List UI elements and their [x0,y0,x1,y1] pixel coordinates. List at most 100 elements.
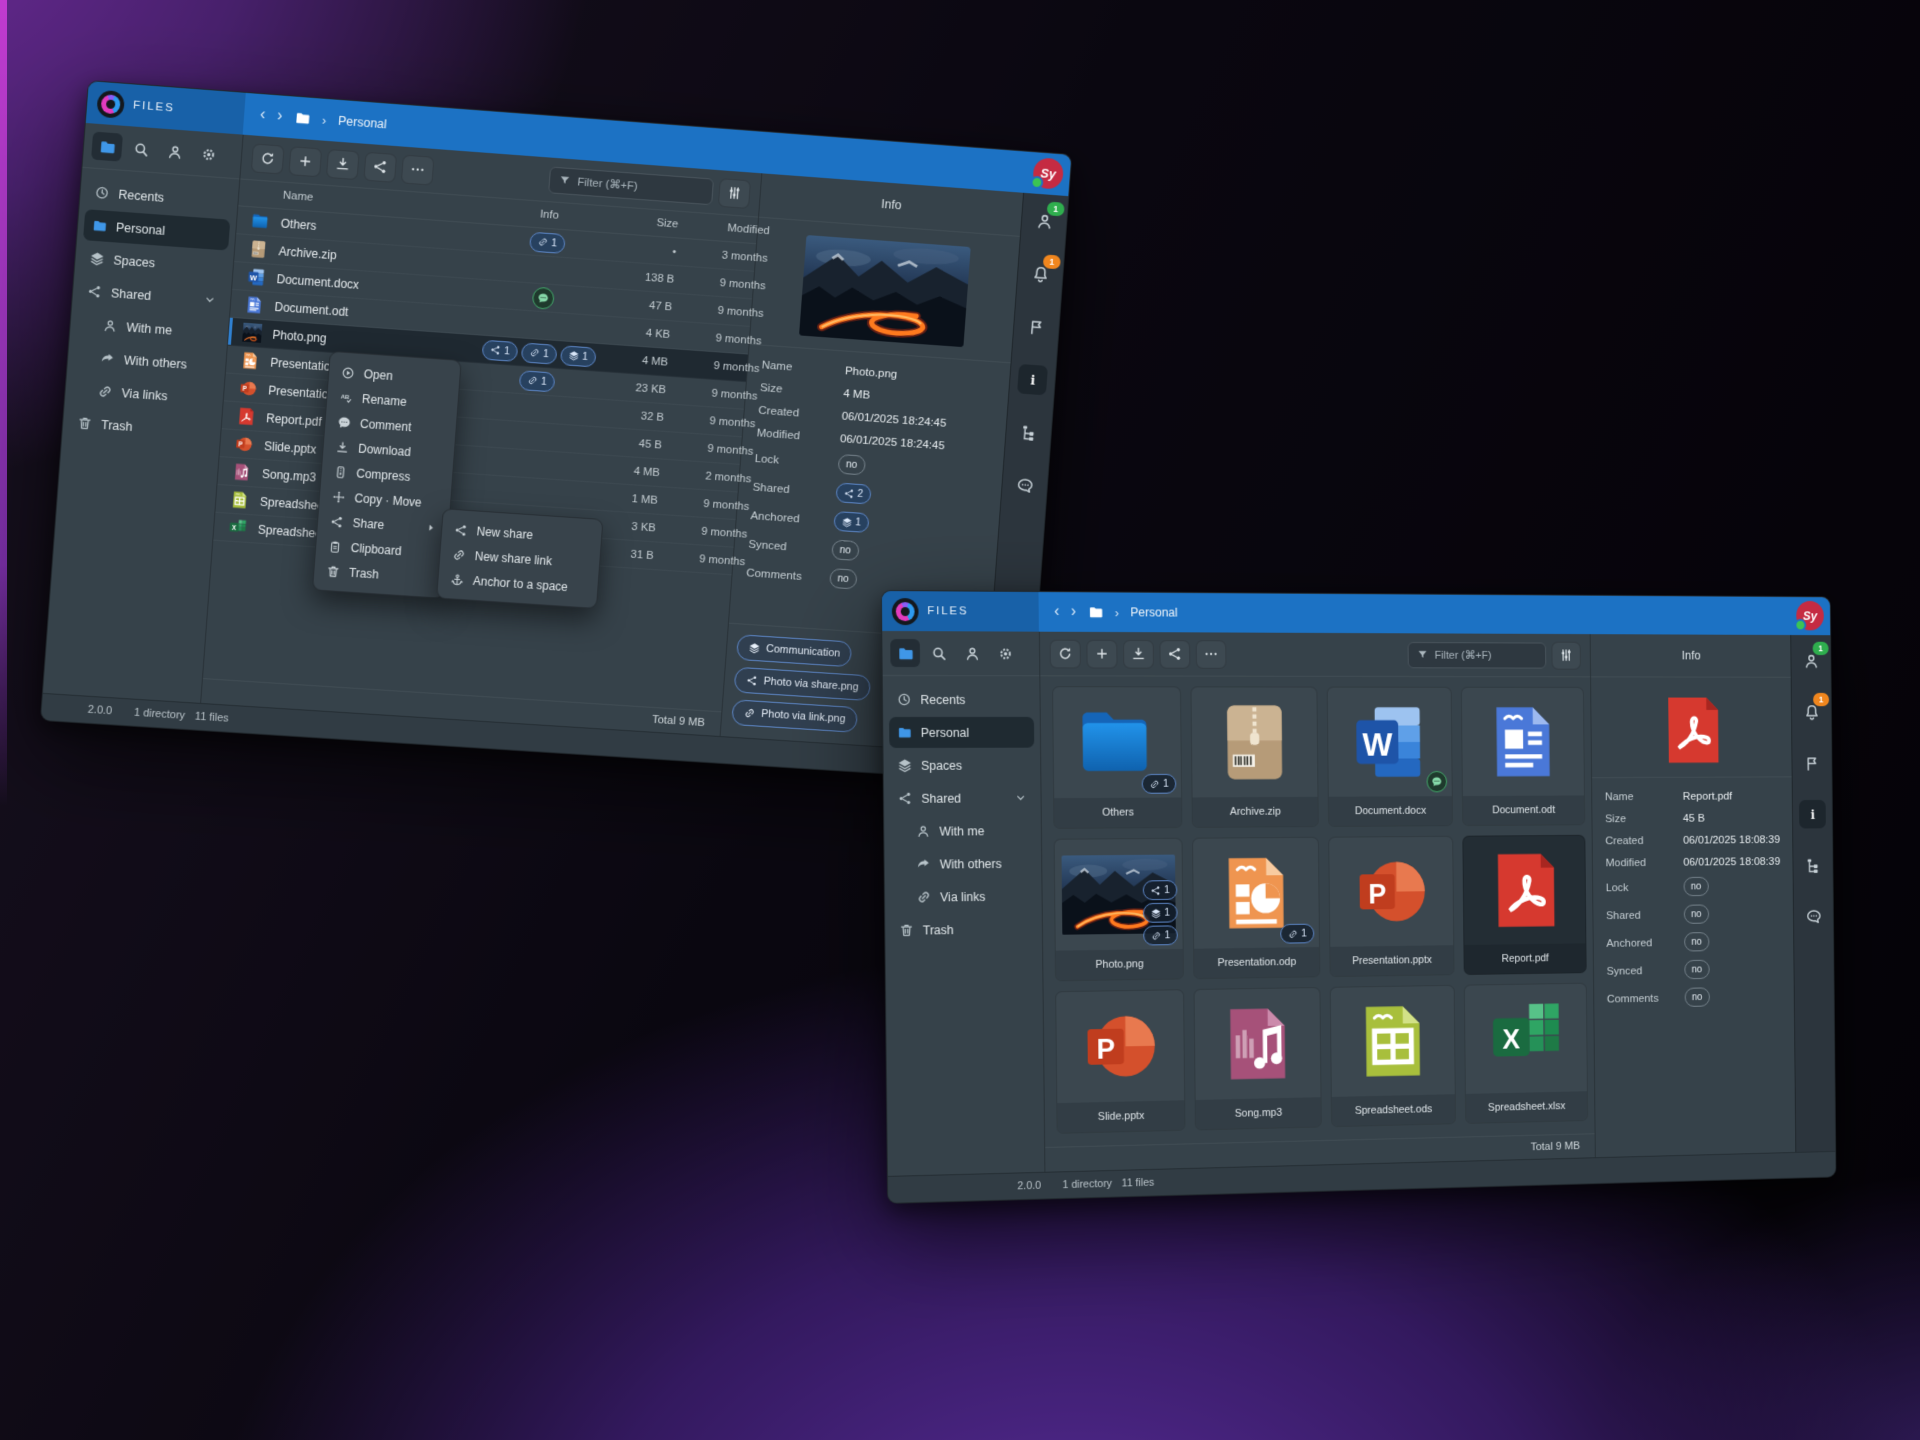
sidebar-item-with-me[interactable]: With me [908,815,1035,847]
settings-button[interactable] [192,139,224,169]
plus-icon [297,153,314,170]
versions-button[interactable] [1800,851,1827,880]
grid-tile[interactable]: 1Presentation.odp [1192,837,1320,979]
info-tab-button[interactable] [1799,800,1826,829]
chat-icon [1805,907,1822,925]
grid-tile[interactable]: Document.docx [1327,687,1453,827]
sidebar-item-personal[interactable]: Personal [889,717,1034,748]
space-chip-communication[interactable]: Communication [736,634,853,667]
breadcrumb[interactable]: Personal [1130,605,1177,619]
layers-icon [568,350,580,362]
new-button[interactable] [1086,639,1117,668]
download-icon [1131,646,1147,662]
download-icon [334,156,351,173]
notifications-badge: 1 [1043,254,1061,269]
account-button[interactable] [159,137,191,167]
account-button[interactable] [957,639,987,667]
contacts-button[interactable]: 1 [1798,646,1825,675]
link-chip[interactable]: Photo via link.png [731,699,858,733]
view-options-button[interactable] [1551,641,1580,669]
grid-tile[interactable]: Spreadsheet.ods [1330,985,1456,1127]
grid-tile[interactable]: Presentation.pptx [1328,836,1454,977]
sidebar-item-spaces[interactable]: Spaces [889,750,1034,781]
grid-tile[interactable]: Slide.pptx [1055,989,1185,1134]
link-badge: 1 [1280,924,1314,944]
info-created: 06/01/2025 18:08:39 [1683,832,1780,846]
trash-icon [326,564,341,579]
breadcrumb[interactable]: Personal [338,114,388,132]
app-logo-icon [892,598,919,625]
flag-button[interactable] [1799,749,1826,778]
notifications-button[interactable]: 1 [1025,258,1056,289]
link-icon [1288,928,1298,939]
layers-icon [748,642,761,655]
rename-icon [339,390,354,405]
new-button[interactable] [288,146,322,177]
settings-button[interactable] [990,639,1020,667]
user-avatar[interactable]: Sy [1796,601,1824,631]
sliders-icon [726,185,743,202]
grid-tile[interactable]: 111Photo.png [1054,838,1184,982]
sidebar-item-via-links[interactable]: Via links [909,881,1036,913]
user-avatar[interactable]: Sy [1032,157,1064,190]
forward-arrow-icon [916,857,931,872]
notifications-button[interactable]: 1 [1798,698,1825,726]
clock-icon [94,185,110,201]
comments-button[interactable] [1009,470,1040,501]
share-button[interactable] [363,151,397,182]
comments-button[interactable] [1800,902,1827,931]
grid-tile[interactable]: Song.mp3 [1194,987,1322,1130]
nav-forward-button[interactable]: › [277,108,283,124]
search-button[interactable] [125,134,157,164]
upload-button[interactable] [326,148,360,179]
breadcrumb-separator: › [321,112,326,127]
chat-icon [1015,476,1035,496]
directory-count: 1 directory [134,707,186,722]
spaces-badge: 1 [1143,903,1178,923]
grid-tile[interactable]: Archive.zip [1190,686,1318,828]
grid-tile-selected[interactable]: Report.pdf [1462,835,1586,975]
column-header-info[interactable]: Info [496,205,603,225]
filter-input[interactable]: Filter (⌘+F) [548,166,714,205]
nav-forward-button[interactable]: › [1071,604,1076,620]
sidebar-item-trash[interactable]: Trash [891,913,1036,946]
contacts-button[interactable]: 1 [1029,205,1060,237]
nav-back-button[interactable]: ‹ [259,107,265,123]
nav-back-button[interactable]: ‹ [1054,604,1059,620]
grid-tile[interactable]: Document.odt [1461,687,1585,826]
files-view-button[interactable] [91,132,123,162]
files-window-grid-view: FILES ‹ › › Personal Sy Recents Personal… [881,590,1837,1204]
titlebar: FILES ‹ › › Personal Sy [882,591,1830,635]
link-icon [1151,930,1162,941]
upload-button[interactable] [1123,639,1154,668]
info-name: Report.pdf [1683,789,1780,803]
link-badge: 1 [1142,774,1177,794]
search-button[interactable] [924,639,954,667]
app-title: FILES [133,99,176,114]
versions-button[interactable] [1013,417,1044,448]
view-options-button[interactable] [718,178,751,209]
more-actions-button[interactable] [401,154,435,185]
sidebar-item-shared[interactable]: Shared [890,782,1035,814]
grid-tile[interactable]: 1Others [1052,686,1182,829]
grid-tile[interactable]: Spreadsheet.xlsx [1464,983,1588,1124]
filter-input[interactable]: Filter (⌘+F) [1408,642,1547,669]
more-actions-button[interactable] [1196,640,1227,669]
link-icon [452,547,467,562]
refresh-button[interactable] [251,143,285,174]
column-header-size[interactable]: Size [602,213,679,230]
share-button[interactable] [1159,640,1190,669]
share-chip[interactable]: Photo via share.png [734,667,871,701]
spaces-badge: 1 [560,345,597,367]
flag-button[interactable] [1021,311,1052,342]
share-icon [372,158,389,175]
refresh-button[interactable] [1050,639,1081,668]
shared-count-pill[interactable]: 2 [835,482,871,504]
app-title: FILES [927,605,968,617]
shared-status-pill: no [1684,904,1709,923]
files-view-button[interactable] [890,639,920,667]
info-tab-button[interactable] [1017,364,1048,395]
sidebar-item-recents[interactable]: Recents [889,684,1034,715]
anchored-count-pill[interactable]: 1 [833,511,869,533]
sidebar-item-with-others[interactable]: With others [908,848,1035,880]
